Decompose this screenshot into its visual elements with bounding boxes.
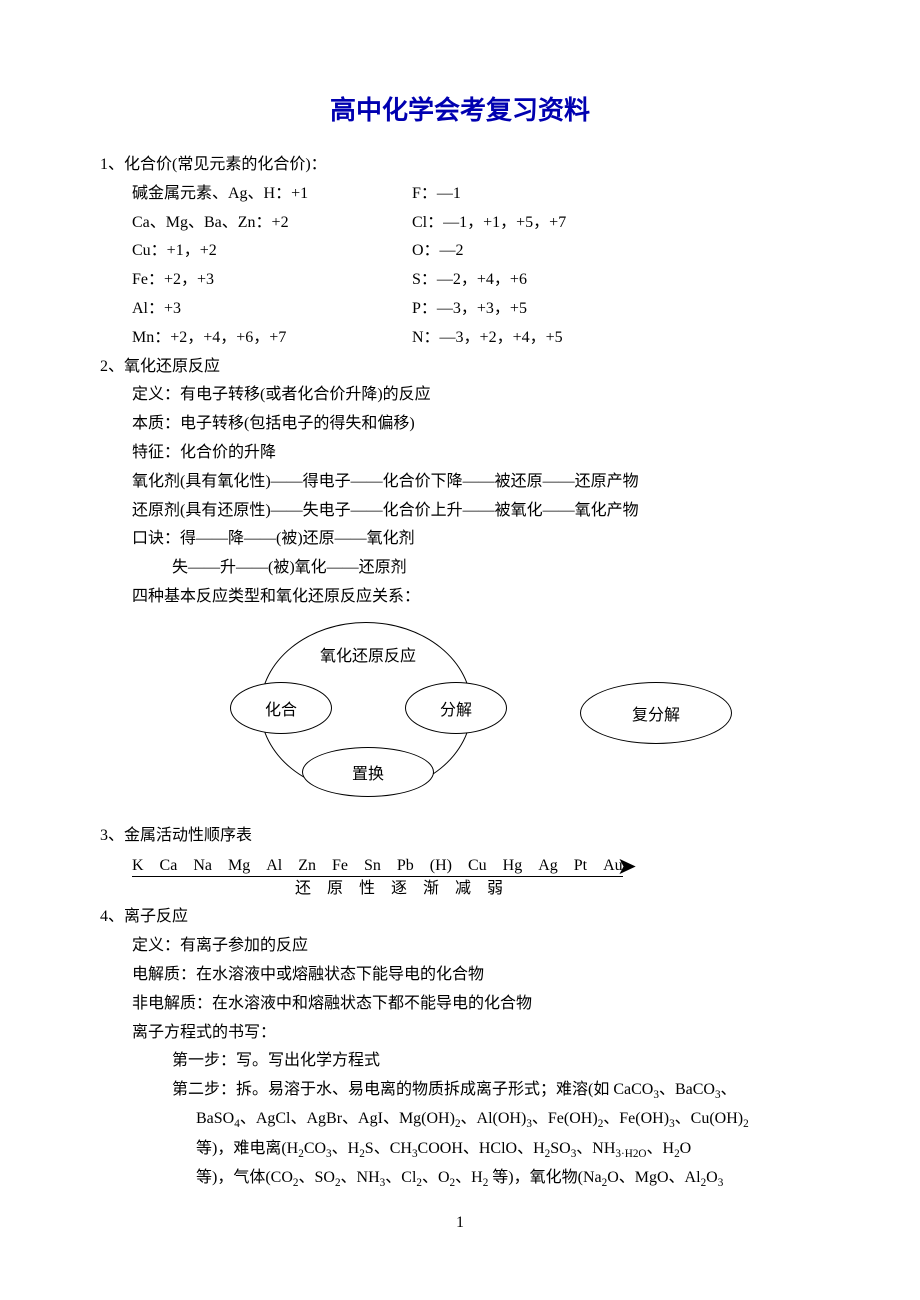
series-caption: 还 原 性 逐 渐 减 弱 <box>132 875 672 904</box>
t: O <box>680 1140 692 1157</box>
valence-row: Ca、Mg、Ba、Zn：+2 <box>132 209 412 238</box>
decomposition-ellipse: 分解 <box>405 682 507 734</box>
redox-label: 氧化还原反应 <box>320 642 416 666</box>
page-title: 高中化学会考复习资料 <box>100 90 820 127</box>
t: 、Al(OH) <box>461 1110 527 1127</box>
valence-row: O：—2 <box>412 237 566 266</box>
t: 、BaCO <box>659 1081 715 1098</box>
page-number: 1 <box>100 1214 820 1232</box>
t: 、NH <box>341 1169 380 1186</box>
t: CO <box>304 1140 326 1157</box>
step-1: 第一步：写。写出化学方程式 <box>100 1047 820 1076</box>
redox-relation: 四种基本反应类型和氧化还原反应关系： <box>100 583 820 612</box>
valence-row: N：—3，+2，+4，+5 <box>412 324 566 353</box>
t: 、H <box>647 1140 675 1157</box>
t: S、CH <box>365 1140 412 1157</box>
t: O、MgO、Al <box>607 1169 700 1186</box>
ionic-line: 非电解质：在水溶液中和熔融状态下都不能导电的化合物 <box>100 990 820 1019</box>
t: 、H <box>455 1169 483 1186</box>
t: 、Fe(OH) <box>532 1110 598 1127</box>
redox-line: 氧化剂(具有氧化性)——得电子——化合价下降——被还原——还原产物 <box>100 468 820 497</box>
valence-row: Al：+3 <box>132 295 412 324</box>
valence-right-col: F：—1 Cl：—1，+1，+5，+7 O：—2 S：—2，+4，+6 P：—3… <box>412 180 566 353</box>
displacement-ellipse: 置换 <box>302 747 434 797</box>
t: 、AgCl、AgBr、AgI、Mg(OH) <box>240 1110 455 1127</box>
step-2-line3: 等)，难电离(H2CO3、H2S、CH3COOH、HClO、H2SO3、NH3·… <box>100 1135 820 1164</box>
t: O <box>706 1169 718 1186</box>
valence-row: S：—2，+4，+6 <box>412 266 566 295</box>
t: 、H <box>332 1140 360 1157</box>
redox-mnemonic: 失——升——(被)氧化——还原剂 <box>100 554 820 583</box>
t: 等)，难电离(H <box>196 1140 298 1157</box>
section-3-heading: 3、金属活动性顺序表 <box>100 822 820 851</box>
valence-row: Mn：+2，+4，+6，+7 <box>132 324 412 353</box>
redox-line: 还原剂(具有还原性)——失电子——化合价上升——被氧化——氧化产物 <box>100 497 820 526</box>
step-2-line2: BaSO4、AgCl、AgBr、AgI、Mg(OH)2、Al(OH)3、Fe(O… <box>100 1105 820 1134</box>
step-2-line4: 等)，气体(CO2、SO2、NH3、Cl2、O2、H2 等)，氧化物(Na2O、… <box>100 1164 820 1193</box>
valence-row: Fe：+2，+3 <box>132 266 412 295</box>
valence-row: F：—1 <box>412 180 566 209</box>
ionic-line: 离子方程式的书写： <box>100 1019 820 1048</box>
series-text: K Ca Na Mg Al Zn Fe Sn Pb (H) Cu Hg Ag P… <box>132 857 623 877</box>
t: 、Cl <box>385 1169 416 1186</box>
redox-line: 定义：有电子转移(或者化合价升降)的反应 <box>100 381 820 410</box>
activity-series: K Ca Na Mg Al Zn Fe Sn Pb (H) Cu Hg Ag P… <box>132 851 820 875</box>
t: COOH、HClO、H <box>418 1140 545 1157</box>
valence-row: Cu：+1，+2 <box>132 237 412 266</box>
t: 、Fe(OH) <box>603 1110 669 1127</box>
t: 、SO <box>298 1169 334 1186</box>
ionic-line: 电解质：在水溶液中或熔融状态下能导电的化合物 <box>100 961 820 990</box>
section-4-heading: 4、离子反应 <box>100 903 820 932</box>
redox-line: 本质：电子转移(包括电子的得失和偏移) <box>100 410 820 439</box>
valence-row: Cl：—1，+1，+5，+7 <box>412 209 566 238</box>
valence-table: 碱金属元素、Ag、H：+1 Ca、Mg、Ba、Zn：+2 Cu：+1，+2 Fe… <box>100 180 820 353</box>
t: 、Cu(OH) <box>675 1110 743 1127</box>
redox-line: 口诀：得——降——(被)还原——氧化剂 <box>100 525 820 554</box>
section-1-heading: 1、化合价(常见元素的化合价)： <box>100 151 820 180</box>
venn-diagram: 氧化还原反应 化合 分解 置换 复分解 <box>160 622 820 802</box>
ionic-line: 定义：有离子参加的反应 <box>100 932 820 961</box>
t: BaSO <box>196 1110 234 1127</box>
t: 等)，气体(CO <box>196 1169 293 1186</box>
t: 、 <box>721 1081 737 1098</box>
metathesis-ellipse: 复分解 <box>580 682 732 744</box>
t: 、O <box>422 1169 450 1186</box>
document-page: 高中化学会考复习资料 1、化合价(常见元素的化合价)： 碱金属元素、Ag、H：+… <box>0 0 920 1262</box>
t: 第二步：拆。易溶于水、易电离的物质拆成离子形式；难溶(如 CaCO <box>172 1081 653 1098</box>
step-2-line1: 第二步：拆。易溶于水、易电离的物质拆成离子形式；难溶(如 CaCO3、BaCO3… <box>100 1076 820 1105</box>
redox-line: 特征：化合价的升降 <box>100 439 820 468</box>
t: 等)，氧化物(Na <box>488 1169 601 1186</box>
combination-ellipse: 化合 <box>230 682 332 734</box>
t: 、NH <box>576 1140 615 1157</box>
t: SO <box>550 1140 570 1157</box>
section-2-heading: 2、氧化还原反应 <box>100 353 820 382</box>
valence-row: 碱金属元素、Ag、H：+1 <box>132 180 412 209</box>
valence-row: P：—3，+3，+5 <box>412 295 566 324</box>
arrowhead-icon: ➤ <box>617 854 637 880</box>
valence-left-col: 碱金属元素、Ag、H：+1 Ca、Mg、Ba、Zn：+2 Cu：+1，+2 Fe… <box>132 180 412 353</box>
